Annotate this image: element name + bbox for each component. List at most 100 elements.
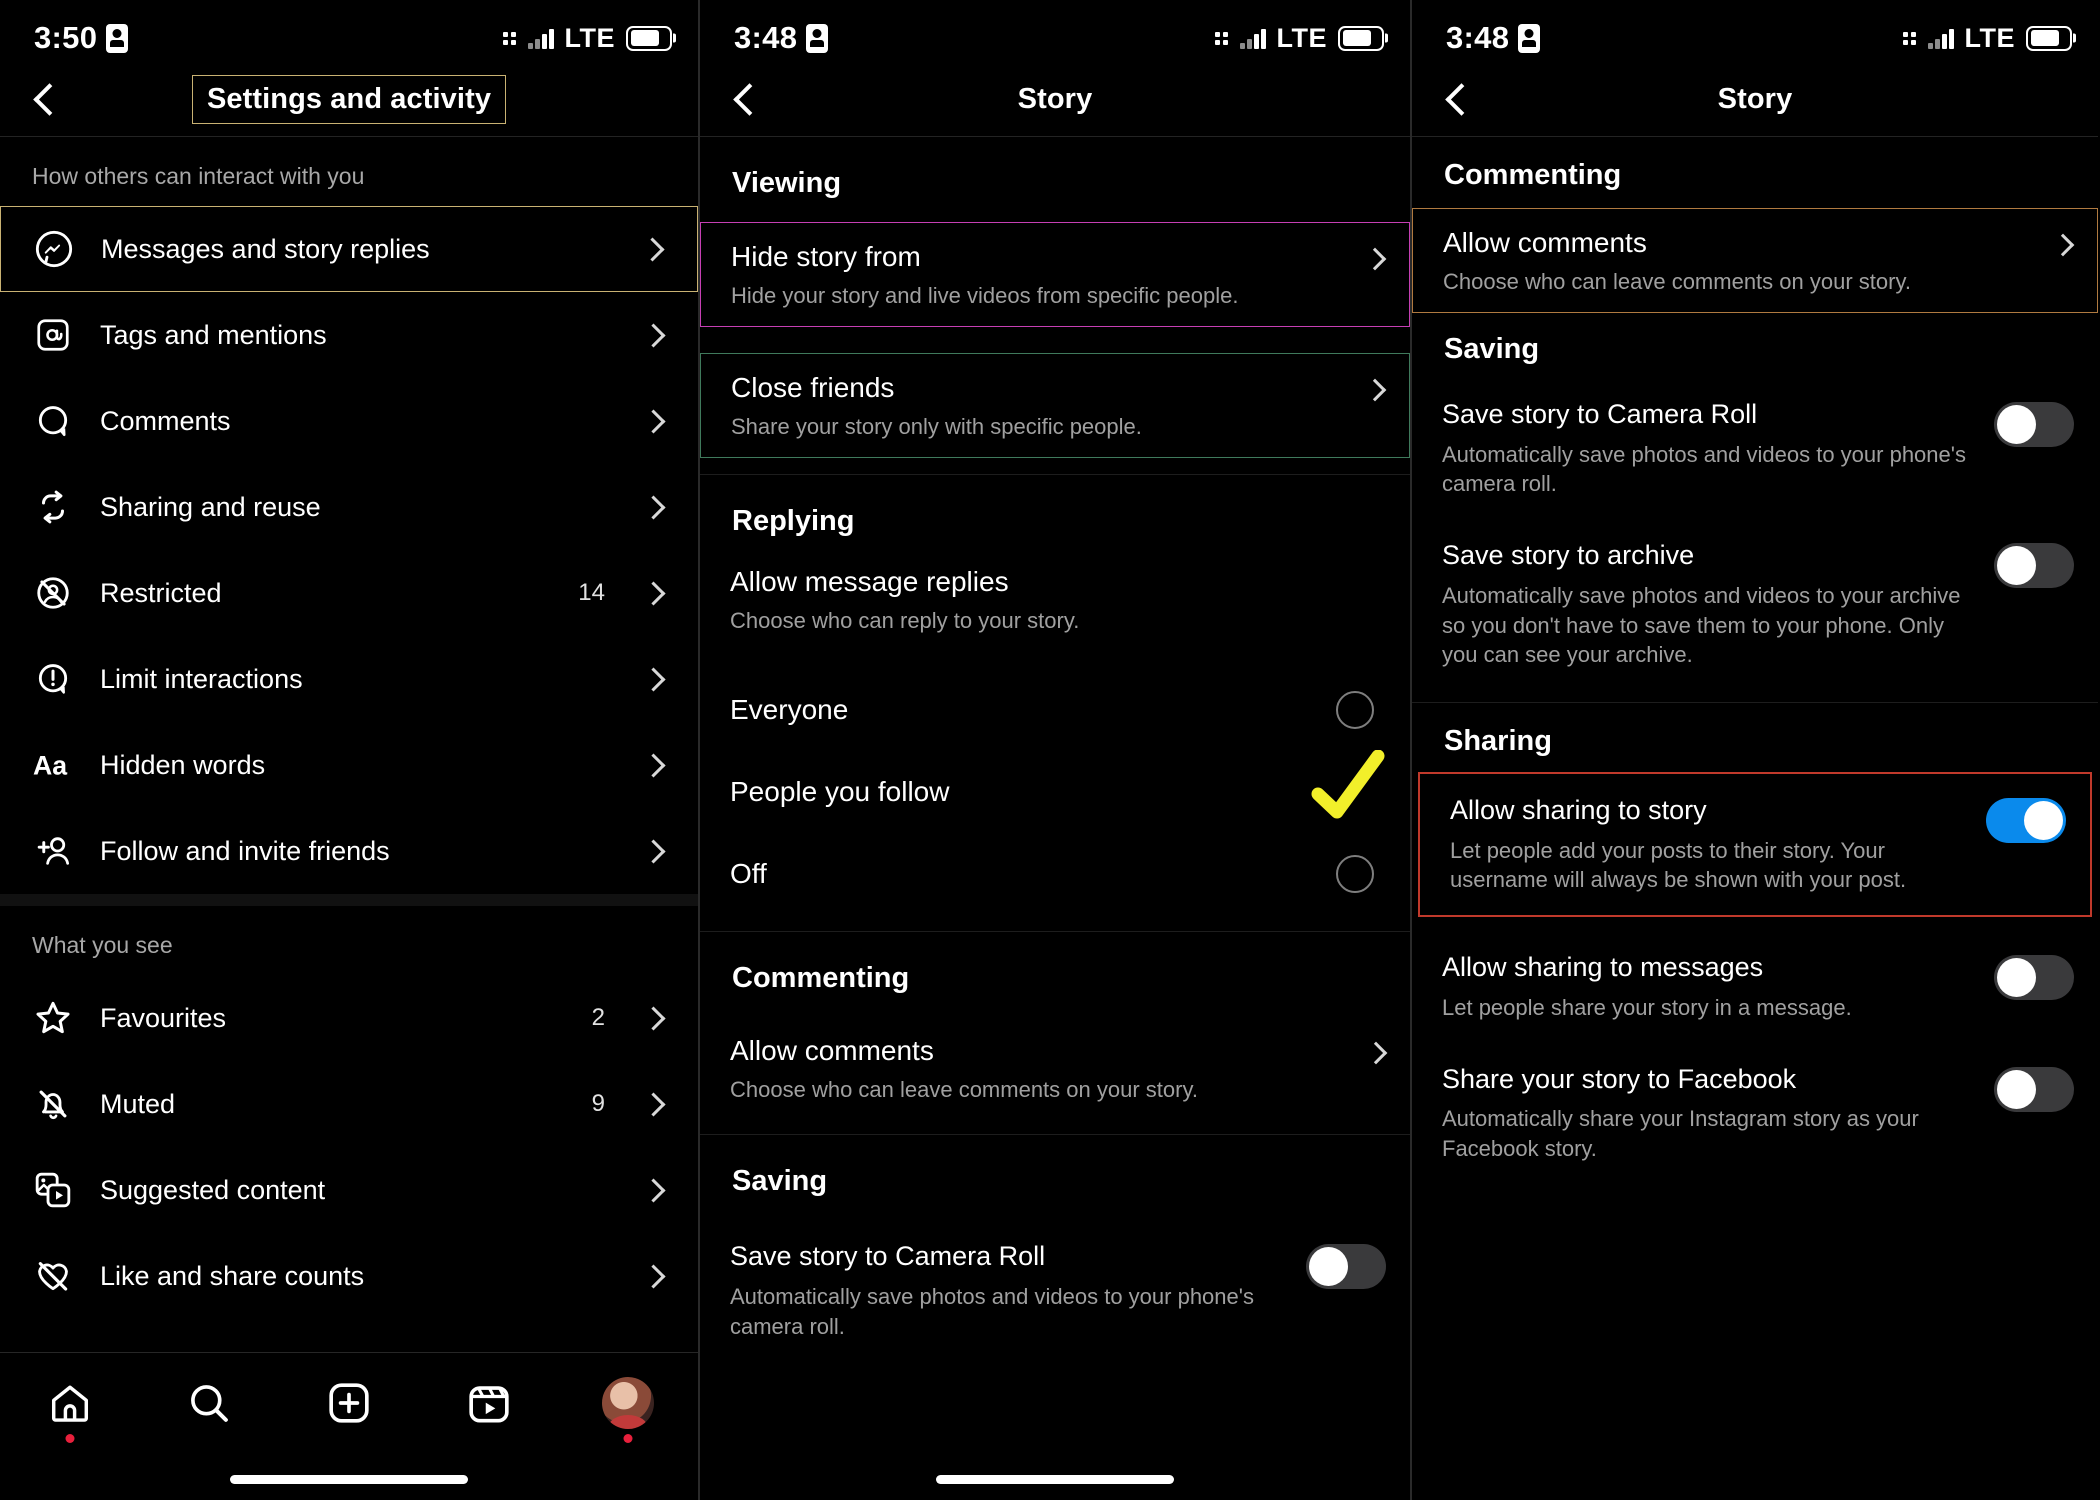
notification-dot xyxy=(623,1434,633,1443)
radio-button-unselected[interactable] xyxy=(1336,855,1374,894)
chevron-right-icon xyxy=(1363,247,1387,271)
repeat-arrows-icon xyxy=(32,486,74,528)
chevron-right-icon xyxy=(641,838,666,864)
sidebar-item-label: Follow and invite friends xyxy=(100,835,390,866)
page-title-wrap: Settings and activity xyxy=(0,74,698,124)
chevron-right-icon xyxy=(641,666,666,692)
page-title: Story xyxy=(1017,82,1093,115)
back-chevron-icon[interactable] xyxy=(728,82,762,116)
nav-bar: Story xyxy=(700,62,1410,136)
setting-title: Allow sharing to story xyxy=(1450,794,1707,825)
section-separator xyxy=(0,894,698,906)
profile-tab[interactable] xyxy=(596,1371,660,1443)
setting-texts: Allow sharing to story Let people add yo… xyxy=(1450,794,1968,895)
section-title-saving: Saving xyxy=(732,1165,828,1198)
sidebar-item-tags-and-mentions[interactable]: Tags and mentions xyxy=(0,292,698,378)
home-tab[interactable] xyxy=(38,1371,102,1443)
sidebar-item-sharing-and-reuse[interactable]: Sharing and reuse xyxy=(0,464,698,550)
setting-subtitle: Choose who can leave comments on your st… xyxy=(730,1077,1198,1103)
muted-bell-icon xyxy=(32,1083,74,1125)
chevron-right-icon xyxy=(641,752,666,778)
network-type-label: LTE xyxy=(1964,22,2015,53)
sidebar-item-comments[interactable]: Comments xyxy=(0,378,698,464)
sidebar-item-hidden-words[interactable]: Aa Hidden words xyxy=(0,722,698,808)
setting-save-story-to-camera-roll: Save story to Camera Roll Automatically … xyxy=(1412,378,2098,519)
setting-texts: Allow message replies Choose who can rep… xyxy=(730,564,1384,635)
battery-icon xyxy=(2026,25,2072,51)
chevron-right-icon xyxy=(1364,1041,1388,1065)
notification-dot xyxy=(65,1434,75,1443)
setting-close-friends[interactable]: Close friends Share your story only with… xyxy=(700,353,1410,459)
sidebar-item-label: Messages and story replies xyxy=(101,233,430,264)
toggle-share-your-story-to-facebook[interactable] xyxy=(1994,1066,2074,1112)
radio-option-off[interactable]: Off xyxy=(700,833,1410,915)
sidebar-item-restricted[interactable]: Restricted 14 xyxy=(0,550,698,636)
signal-dots-icon xyxy=(502,31,516,45)
star-icon xyxy=(32,997,74,1039)
panel-story-settings-top: 3:48 LTE Story Viewing Hide story from H… xyxy=(700,0,1412,1500)
setting-subtitle: Automatically save photos and videos to … xyxy=(1442,582,1961,668)
yellow-check-icon[interactable] xyxy=(1311,750,1385,820)
toggle-save-story-to-camera-roll[interactable] xyxy=(1306,1244,1386,1290)
setting-allow-comments[interactable]: Allow comments Choose who can leave comm… xyxy=(700,1017,1410,1120)
setting-texts: Share your story to Facebook Automatical… xyxy=(1442,1063,1976,1164)
back-chevron-icon[interactable] xyxy=(28,82,62,116)
avatar xyxy=(602,1377,655,1429)
setting-texts: Hide story from Hide your story and live… xyxy=(731,239,1353,310)
signal-bars-icon xyxy=(1927,27,1954,49)
sidebar-item-suggested-content[interactable]: Suggested content xyxy=(0,1147,698,1233)
toggle-allow-sharing-to-story[interactable] xyxy=(1986,797,2066,843)
setting-hide-story-from[interactable]: Hide story from Hide your story and live… xyxy=(700,222,1410,328)
radio-button-unselected[interactable] xyxy=(1336,691,1374,730)
messenger-icon xyxy=(33,228,75,270)
toggle-allow-sharing-to-messages[interactable] xyxy=(1994,955,2074,1001)
section-title-viewing: Viewing xyxy=(732,167,842,199)
restricted-user-icon xyxy=(32,572,74,614)
crossed-heart-icon xyxy=(32,1255,74,1297)
setting-texts: Allow comments Choose who can leave comm… xyxy=(730,1033,1354,1104)
radio-option-everyone[interactable]: Everyone xyxy=(700,669,1410,751)
sidebar-item-count: 2 xyxy=(591,1004,605,1031)
nav-bar: Settings and activity xyxy=(0,62,698,136)
setting-title: Save story to Camera Roll xyxy=(1442,399,1758,430)
setting-title: Allow sharing to messages xyxy=(1442,952,1764,983)
chevron-right-icon xyxy=(641,494,666,520)
page-title-wrap: Story xyxy=(1412,83,2098,116)
status-right: LTE xyxy=(1902,22,2072,54)
setting-allow-comments[interactable]: Allow comments Choose who can leave comm… xyxy=(1412,208,2098,314)
sidebar-item-follow-and-invite-friends[interactable]: Follow and invite friends xyxy=(0,808,698,894)
sidebar-item-label: Like and share counts xyxy=(100,1260,365,1291)
setting-save-story-to-archive: Save story to archive Automatically save… xyxy=(1412,519,2098,690)
setting-texts: Close friends Share your story only with… xyxy=(731,370,1353,441)
setting-texts: Allow sharing to messages Let people sha… xyxy=(1442,951,1976,1022)
three-panel-screenshot: 3:50 LTE Settings and activity How other… xyxy=(0,0,2100,1500)
radio-option-people-you-follow[interactable]: People you follow xyxy=(700,750,1410,833)
panel-settings-and-activity: 3:50 LTE Settings and activity How other… xyxy=(0,0,700,1500)
create-tab[interactable] xyxy=(317,1371,381,1435)
sidebar-item-messages-and-story-replies[interactable]: Messages and story replies xyxy=(0,206,698,292)
back-chevron-icon[interactable] xyxy=(1440,82,1474,116)
media-stack-icon xyxy=(32,1169,74,1211)
section-title-replying: Replying xyxy=(732,505,855,538)
home-indicator xyxy=(230,1475,468,1484)
signal-dots-icon xyxy=(1902,31,1916,45)
sidebar-item-favourites[interactable]: Favourites 2 xyxy=(0,975,698,1061)
page-title: Settings and activity xyxy=(191,74,507,124)
status-left: 3:50 xyxy=(34,20,129,56)
search-tab[interactable] xyxy=(177,1371,241,1435)
sidebar-item-limit-interactions[interactable]: Limit interactions xyxy=(0,636,698,722)
sidebar-item-count: 9 xyxy=(591,1090,605,1117)
sidebar-item-label: Sharing and reuse xyxy=(100,491,321,522)
sidebar-item-label: Suggested content xyxy=(100,1174,326,1205)
radio-label: Everyone xyxy=(730,694,849,726)
reels-tab[interactable] xyxy=(457,1371,521,1435)
sidebar-item-like-and-share-counts[interactable]: Like and share counts xyxy=(0,1233,698,1319)
setting-subtitle: Let people share your story in a message… xyxy=(1442,994,1852,1020)
sidebar-item-muted[interactable]: Muted 9 xyxy=(0,1061,698,1147)
setting-subtitle: Choose who can reply to your story. xyxy=(730,608,1080,634)
toggle-save-story-to-camera-roll[interactable] xyxy=(1994,402,2074,448)
toggle-save-story-to-archive[interactable] xyxy=(1994,543,2074,589)
signal-dots-icon xyxy=(1214,31,1228,45)
